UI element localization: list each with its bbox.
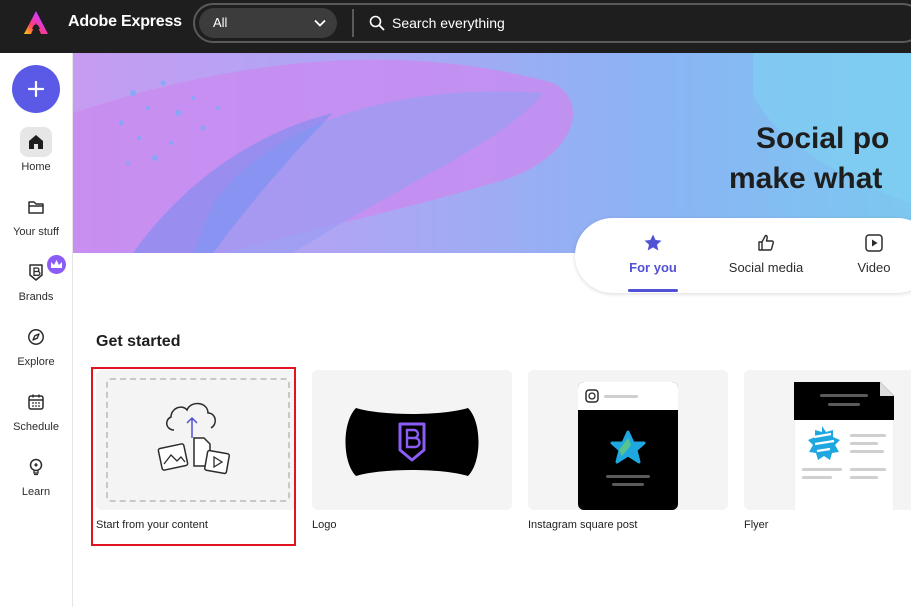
nav-item-your-stuff[interactable]: Your stuff	[0, 192, 72, 248]
search-scope-label: All	[213, 15, 228, 30]
nav-label: Learn	[21, 486, 51, 498]
lightbulb-icon	[29, 458, 43, 476]
home-icon-wrap	[20, 127, 52, 157]
tab-video[interactable]: Video	[845, 218, 903, 293]
hero-title-line-2: make what	[729, 162, 883, 195]
adobe-express-logo-icon[interactable]	[23, 10, 49, 36]
brand-icon	[29, 264, 43, 281]
nav-label: Explore	[17, 356, 55, 368]
search-input[interactable]: Search everything	[392, 15, 505, 31]
folder-icon	[28, 201, 44, 214]
nav-item-schedule[interactable]: Schedule	[0, 387, 72, 443]
nav-label: Brands	[18, 291, 54, 303]
calendar-icon	[28, 394, 44, 410]
nav-item-learn[interactable]: Learn	[0, 452, 72, 508]
premium-badge	[47, 255, 66, 274]
selection-highlight	[91, 367, 296, 546]
home-icon	[29, 135, 43, 149]
plus-icon	[27, 80, 45, 98]
section-title-get-started: Get started	[96, 333, 181, 350]
create-button[interactable]	[12, 65, 60, 113]
nav-item-explore[interactable]: Explore	[0, 322, 72, 378]
nav-label: Home	[21, 161, 51, 173]
active-tab-indicator	[628, 289, 678, 292]
app-title[interactable]: Adobe Express	[68, 13, 182, 31]
card-thumbnail	[744, 370, 911, 510]
hero-title-line-1: Social po	[756, 122, 890, 155]
nav-item-home[interactable]: Home	[0, 127, 72, 183]
compass-icon	[28, 329, 44, 345]
star-icon	[644, 234, 662, 251]
search-icon	[369, 15, 385, 31]
play-icon	[865, 234, 883, 252]
nav-item-brands[interactable]: Brands	[0, 255, 72, 313]
card-label: Flyer	[744, 519, 769, 531]
chevron-down-icon	[314, 19, 326, 27]
compass-icon-wrap	[20, 322, 52, 352]
tab-label: Video	[857, 260, 891, 275]
search-divider	[352, 9, 354, 37]
left-nav-rail: Home Your stuff Brands Explore Schedule …	[0, 53, 73, 607]
brand-logo-icon	[345, 408, 479, 476]
search-bar[interactable]: All Search everything	[193, 3, 911, 43]
folder-icon-wrap	[20, 192, 52, 222]
card-thumbnail	[528, 370, 728, 510]
top-bar: Adobe Express All Search everything	[0, 0, 911, 53]
card-thumbnail	[312, 370, 512, 510]
tab-social-media[interactable]: Social media	[721, 218, 811, 293]
nav-label: Your stuff	[13, 226, 59, 238]
card-label: Logo	[312, 519, 337, 531]
calendar-icon-wrap	[20, 387, 52, 417]
instagram-post-preview	[578, 382, 678, 510]
flyer-icon	[794, 382, 894, 510]
hero-title: Social po make what	[729, 119, 890, 199]
tab-for-you[interactable]: For you	[617, 218, 689, 293]
lightbulb-icon-wrap	[20, 452, 52, 482]
nav-label: Schedule	[13, 421, 59, 433]
tab-label: Social media	[728, 260, 804, 275]
search-scope-dropdown[interactable]: All	[199, 8, 337, 38]
crown-icon	[51, 260, 62, 268]
category-tabs: For you Social media Video	[575, 218, 911, 293]
thumbs-up-icon	[758, 234, 774, 251]
tab-label: For you	[629, 260, 677, 275]
card-label: Instagram square post	[528, 519, 638, 531]
